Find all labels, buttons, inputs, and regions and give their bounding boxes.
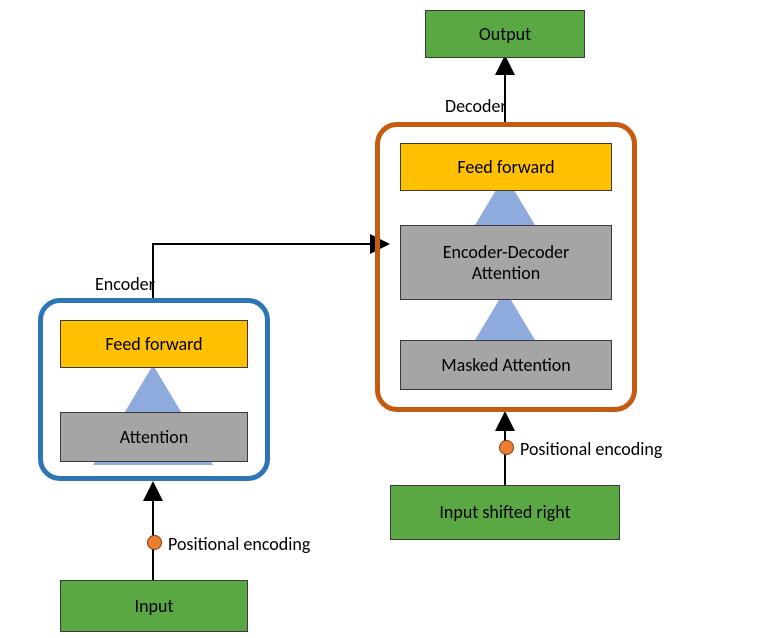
encoder-positional-encoding-label: Positional encoding — [168, 533, 310, 555]
attention: Attention — [60, 412, 248, 462]
output-label: Output — [479, 24, 531, 45]
output-box: Output — [425, 10, 585, 58]
masked-attention: Masked Attention — [400, 340, 612, 390]
encoder-decoder-attention-label: Encoder-Decoder Attention — [443, 242, 570, 283]
input-shifted-right-box: Input shifted right — [390, 485, 620, 540]
decoder-positional-dot-icon — [499, 440, 514, 455]
decoder-feed-forward-label: Feed forward — [457, 157, 554, 178]
arrow-encoder-to-decoder — [153, 244, 388, 298]
encoder-title: Encoder — [95, 273, 155, 295]
decoder-positional-encoding-label: Positional encoding — [520, 438, 662, 460]
encoder-positional-dot-icon — [147, 535, 162, 550]
diagram-canvas: Output Decoder Feed forward Encoder-Deco… — [0, 0, 775, 638]
encoder-feed-forward-label: Feed forward — [105, 334, 202, 355]
decoder-feed-forward: Feed forward — [400, 143, 612, 191]
masked-attention-label: Masked Attention — [441, 355, 571, 376]
input-shifted-right-label: Input shifted right — [439, 502, 570, 523]
encoder-decoder-attention: Encoder-Decoder Attention — [400, 225, 612, 300]
encoder-feed-forward: Feed forward — [60, 320, 248, 368]
input-box: Input — [60, 580, 248, 632]
attention-label: Attention — [120, 427, 188, 448]
input-label: Input — [135, 596, 174, 617]
decoder-title: Decoder — [445, 95, 507, 117]
